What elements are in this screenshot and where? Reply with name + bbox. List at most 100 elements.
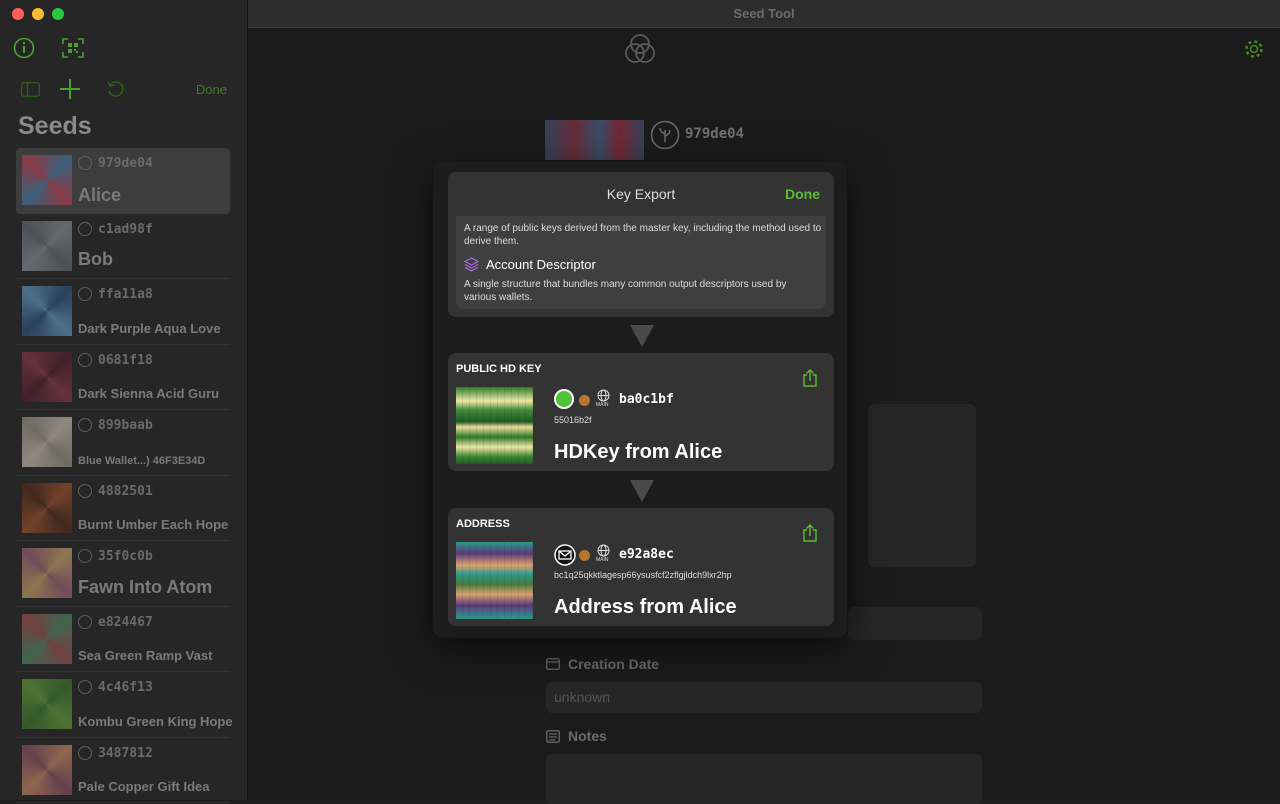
seed-header-image: [545, 120, 644, 160]
seed-list-item[interactable]: ffa11a8 Dark Purple Aqua Love: [16, 279, 230, 345]
hd-key-short-id: ba0c1bf: [619, 392, 674, 407]
share-icon[interactable]: [802, 524, 818, 542]
seed-id-icon: [78, 156, 92, 170]
seed-id-text: c1ad98f: [98, 221, 153, 237]
modal-title: Key Export: [606, 186, 676, 202]
seed-name: Dark Purple Aqua Love: [78, 320, 221, 336]
seed-name: Burnt Umber Each Hope: [78, 517, 229, 532]
sidebar: Done Seeds 979de04 Alice c1ad98f Bob ffa11a8…: [0, 0, 248, 803]
seed-id-icon: [78, 483, 92, 498]
seed-list-item[interactable]: 3487812 Pale Copper Gift Idea: [16, 738, 230, 803]
stack-layers-icon: [464, 257, 479, 272]
seed-id-icon: [650, 120, 680, 150]
seed-list-item[interactable]: 4882501 Burnt Umber Each Hope: [16, 476, 230, 541]
seed-list-item[interactable]: 4c46f13 Kombu Green King Hope: [16, 672, 233, 738]
seed-name: Blue Wallet...) 46F3E34D: [78, 454, 206, 467]
share-icon[interactable]: [802, 369, 818, 387]
qr-scan-icon[interactable]: [62, 38, 84, 58]
derivation-description: A range of public keys derived from the …: [464, 223, 822, 247]
seed-lifehash-thumbnail: [22, 220, 72, 271]
close-window-button[interactable]: [12, 8, 24, 20]
envelope-icon: [554, 544, 576, 566]
seed-list: 979de04 Alice c1ad98f Bob ffa11a8 Dark Purple…: [16, 148, 233, 803]
seeds-heading: Seeds: [18, 112, 92, 140]
network-label: MAIN: [596, 557, 609, 563]
hd-key-fingerprint: 55016b2f: [554, 415, 592, 425]
seed-list-item[interactable]: e824467 Sea Green Ramp Vast: [16, 607, 230, 672]
seed-list-item[interactable]: 899baab Blue Wallet...) 46F3E34D: [16, 410, 230, 476]
export-options-list: A range of public keys derived from the …: [456, 202, 826, 309]
seed-id-text: 0681f18: [98, 352, 153, 368]
modal-header: Key Export Done: [448, 172, 834, 216]
creation-date-field[interactable]: [546, 682, 982, 713]
seed-id-icon: [78, 745, 92, 760]
address-name: Address from Alice: [554, 596, 737, 618]
info-icon[interactable]: [13, 37, 35, 59]
public-key-badge-icon: [554, 389, 574, 409]
seed-id-icon: [78, 418, 92, 432]
address-card: ADDRESS MAIN e92a8ec bc1q25qkktlagesp66y…: [448, 508, 834, 626]
seed-id-text: ffa11a8: [98, 287, 153, 302]
seed-lifehash-thumbnail: [22, 744, 72, 795]
seed-id-icon: [78, 549, 92, 563]
seed-name: Dark Sienna Acid Guru: [78, 386, 220, 401]
seed-list-item[interactable]: 979de04 Alice: [16, 148, 230, 214]
seed-id-icon: [78, 287, 92, 301]
minimize-window-button[interactable]: [32, 8, 44, 20]
seed-lifehash-thumbnail: [22, 155, 72, 205]
down-arrow-icon: [630, 480, 654, 502]
notes-label: Notes: [568, 728, 607, 744]
seed-id-text: 3487812: [98, 745, 153, 761]
title-bar: Seed Tool: [248, 0, 1280, 28]
seed-list-item[interactable]: 35f0c0b Fawn Into Atom: [16, 541, 230, 607]
name-field: [848, 607, 982, 640]
seed-name: Pale Copper Gift Idea: [78, 779, 210, 794]
seed-name: Sea Green Ramp Vast: [78, 648, 213, 663]
seed-name: Alice: [78, 184, 122, 205]
window-title: Seed Tool: [733, 6, 795, 21]
add-seed-icon[interactable]: [59, 78, 81, 100]
seed-lifehash-thumbnail: [22, 482, 72, 533]
zoom-window-button[interactable]: [52, 8, 64, 20]
seed-lifehash-thumbnail: [22, 613, 72, 664]
seed-id-text: 979de04: [98, 156, 153, 171]
seed-id-text: 899baab: [98, 418, 153, 433]
seed-lifehash-thumbnail: [22, 351, 72, 402]
creation-date-value: unknown: [554, 689, 611, 705]
seed-lifehash-thumbnail: [22, 679, 72, 729]
address-short-id: e92a8ec: [619, 547, 674, 562]
network-label: MAIN: [596, 402, 609, 408]
notes-field[interactable]: [546, 754, 982, 804]
seed-id-icon: [78, 221, 92, 236]
down-arrow-icon: [630, 325, 654, 347]
address-lifehash-image: [456, 542, 533, 619]
address-title: ADDRESS: [456, 518, 510, 530]
creation-date-label: Creation Date: [568, 656, 660, 672]
settings-gear-icon[interactable]: [1243, 38, 1265, 60]
seed-lifehash-thumbnail: [22, 417, 72, 467]
sidebar-toggle-icon[interactable]: [21, 82, 40, 97]
seed-list-item[interactable]: 0681f18 Dark Sienna Acid Guru: [16, 345, 230, 410]
seed-name: Bob: [78, 249, 113, 269]
network-globe-icon: [597, 544, 610, 557]
network-globe-icon: [597, 389, 610, 402]
undo-icon[interactable]: [106, 80, 124, 98]
bitcoin-icon: [579, 550, 590, 561]
notes-icon: [546, 730, 560, 743]
account-descriptor-title[interactable]: Account Descriptor: [486, 257, 596, 272]
account-descriptor-description: A single structure that bundles many com…: [464, 279, 787, 303]
seed-id-icon: [78, 680, 92, 694]
seed-id-icon: [78, 352, 92, 367]
seed-name: Kombu Green King Hope: [78, 713, 233, 729]
key-export-modal: A range of public keys derived from the …: [433, 162, 847, 638]
seed-list-item[interactable]: c1ad98f Bob: [16, 214, 230, 279]
done-button[interactable]: Done: [196, 82, 227, 97]
calendar-icon: [546, 658, 560, 670]
seed-lifehash-thumbnail: [22, 548, 72, 598]
hd-key-name: HDKey from Alice: [554, 441, 723, 463]
seed-lifehash-thumbnail: [22, 286, 72, 336]
seed-id-text: 35f0c0b: [98, 549, 153, 564]
modal-done-button[interactable]: Done: [785, 186, 820, 202]
seed-id-text: 4c46f13: [98, 680, 153, 695]
seed-id-text: 979de04: [685, 126, 745, 142]
